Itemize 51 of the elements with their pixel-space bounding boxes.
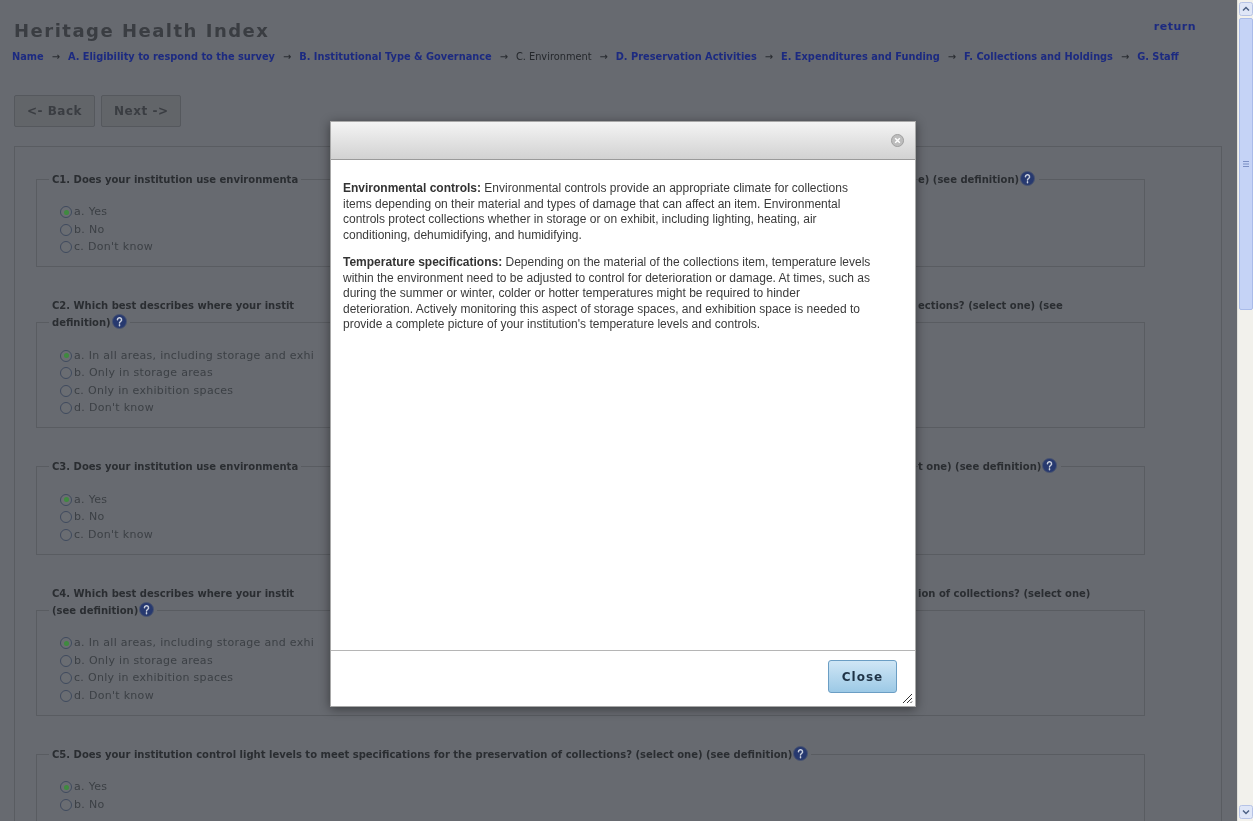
breadcrumb-link[interactable]: G. Staff	[1137, 50, 1179, 65]
breadcrumb-link[interactable]: B. Institutional Type & Governance	[299, 50, 492, 65]
scroll-thumb[interactable]	[1238, 18, 1253, 310]
question-text: t one) (see definition)	[918, 458, 1062, 476]
arrow-separator: →	[764, 50, 774, 64]
arrow-separator: →	[947, 50, 956, 64]
radio-button[interactable]	[60, 689, 72, 702]
arrow-separator: →	[499, 50, 508, 64]
radio-button[interactable]	[60, 511, 72, 524]
resize-grip-icon[interactable]	[902, 693, 913, 704]
scroll-up-icon[interactable]	[1238, 2, 1253, 16]
question-text: definition)	[49, 314, 130, 332]
radio-button[interactable]	[60, 367, 72, 380]
help-icon[interactable]	[1042, 458, 1058, 474]
radio-button[interactable]	[60, 384, 72, 397]
radio-button[interactable]	[60, 781, 72, 794]
help-icon[interactable]	[1020, 170, 1036, 186]
question-text: e) (see definition)	[918, 170, 1040, 188]
grip-icon	[1242, 161, 1249, 167]
help-icon[interactable]	[139, 601, 155, 617]
close-icon[interactable]	[891, 134, 904, 147]
breadcrumb-link[interactable]: C. Environment	[515, 50, 592, 65]
close-button[interactable]: Close	[828, 660, 897, 693]
radio-button[interactable]	[60, 223, 72, 236]
radio-button[interactable]	[60, 206, 72, 219]
scrollbar[interactable]	[1237, 0, 1253, 821]
arrow-separator: →	[51, 50, 60, 64]
radio-button[interactable]	[60, 241, 72, 254]
return-link[interactable]: return	[1153, 19, 1196, 36]
radio-button[interactable]	[60, 637, 72, 650]
arrow-separator: →	[1120, 50, 1130, 64]
radio-button[interactable]	[60, 654, 72, 667]
arrow-separator: →	[599, 50, 608, 64]
definition-paragraph: Temperature specifications: Depending on the material of the collections item, temperature levels within the environment need to be adjusted to control for deterioration or damage. At times, such as during the summer or winter, colder or hotter temperatures might be required to hinder deterioration. Actively monitoring this aspect of storage spaces, and exhibition space is needed to provide a complete picture of your institution's temperature levels and controls.	[343, 255, 871, 333]
radio-button[interactable]	[60, 402, 72, 415]
radio-button[interactable]	[60, 528, 72, 541]
radio-button[interactable]	[60, 672, 72, 685]
help-icon[interactable]	[111, 314, 127, 330]
help-icon[interactable]	[793, 745, 809, 761]
radio-button[interactable]	[60, 349, 72, 362]
radio-button[interactable]	[60, 798, 72, 811]
breadcrumb-link[interactable]: D. Preservation Activities	[615, 50, 757, 65]
question-text: C5. Does your institution control light levels to meet specifications for the preservation of collections? (select one) (see definition)	[49, 745, 812, 763]
scroll-down-icon[interactable]	[1238, 805, 1253, 819]
radio-button[interactable]	[60, 493, 72, 506]
arrow-separator: →	[283, 50, 292, 64]
breadcrumb-link[interactable]: F. Collections and Holdings	[964, 50, 1113, 65]
breadcrumb-link[interactable]: A. Eligibility to respond to the survey	[67, 50, 275, 65]
breadcrumb-link[interactable]: E. Expenditures and Funding	[781, 50, 940, 65]
breadcrumb-link[interactable]: Name	[12, 50, 44, 65]
definition-paragraph: Environmental controls: Environmental controls provide an appropriate climate for collections items depending on their material and types of damage that can affect an item. Environmental controls protect collections whether in storage or on exhibit, including lighting, heating, air conditioning, dehumidifying, and humidifying.	[343, 181, 849, 243]
